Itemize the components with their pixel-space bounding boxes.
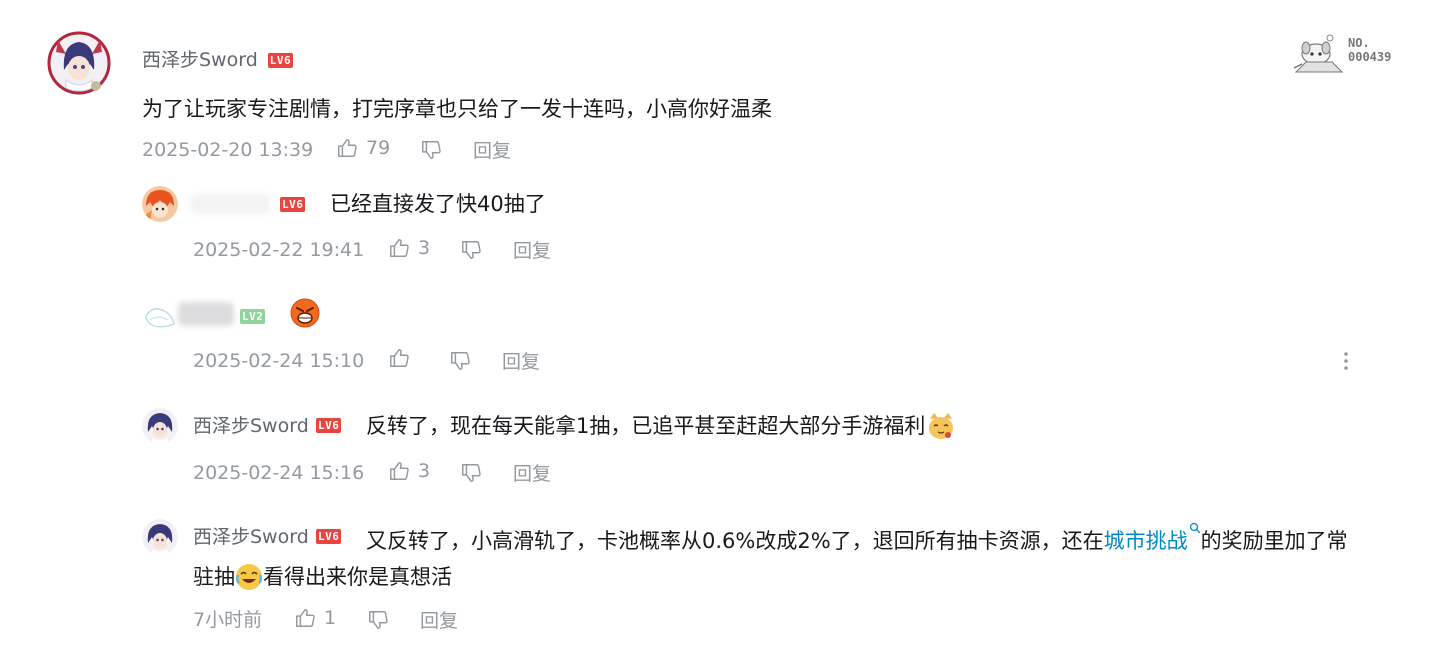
fan-badge: NO. 000439 [1292,32,1414,74]
like-count: 3 [418,237,431,259]
avatar-image [142,298,178,334]
like-count: 79 [366,137,391,159]
like-count: 3 [418,460,431,482]
thumb-down-icon[interactable] [420,139,442,161]
like-count: 1 [324,607,337,629]
reply-text-part: 驻抽 [193,565,235,589]
like-button[interactable] [388,347,418,369]
laughing-crying-emoji-icon [236,564,262,590]
thumb-up-icon [390,349,409,367]
thumb-down-icon[interactable] [460,239,482,261]
thumb-down-icon[interactable] [460,462,482,484]
thumb-up-icon [338,139,357,157]
dog-icon [1293,34,1344,73]
badge-number: 000439 [1348,50,1392,64]
username[interactable]: 西泽步Sword [142,48,258,72]
avatar[interactable] [142,186,178,222]
avatar[interactable] [46,30,112,96]
like-button[interactable]: 1 [294,606,336,630]
thumb-down-icon[interactable] [449,350,471,372]
level-badge: LV6 [280,197,306,212]
username[interactable]: 西泽步Sword [193,525,309,549]
username-redacted [178,302,234,326]
reply-time: 2025-02-24 15:10 [193,350,365,372]
topic-link[interactable]: 城市挑战 [1104,529,1188,553]
reply-time: 2025-02-22 19:41 [193,239,365,261]
reply-time: 7小时前 [193,609,263,631]
avatar-image [142,408,178,444]
avatar-image [142,519,178,555]
cat-emoji-icon [929,413,954,439]
avatar-image [47,31,111,95]
username-redacted [190,194,270,214]
comment-text: 为了让玩家专注剧情，打完序章也只给了一发十连吗，小高你好温柔 [142,97,772,121]
reply-text: 已经直接发了快40抽了 [330,192,546,216]
thumb-up-icon [390,462,409,480]
like-button[interactable]: 79 [336,136,390,160]
level-badge: LV6 [267,52,294,68]
reply-time: 2025-02-24 15:16 [193,462,365,484]
reply-text-part: 的奖励里加了常 [1200,529,1348,553]
thumb-up-icon [296,609,315,627]
badge-label: NO. [1348,36,1370,50]
reply-text-part: 看得出来你是真想活 [263,565,452,589]
level-badge: LV6 [316,418,342,433]
avatar[interactable] [142,519,178,555]
angry-emoji-icon [290,298,320,328]
more-options-icon[interactable] [1338,350,1354,372]
reply-button[interactable]: 回复 [473,139,511,163]
reply-text-line2: 驻抽 看得出来你是真想活 [193,563,452,591]
search-icon[interactable] [1189,522,1201,536]
reply-text: 反转了，现在每天能拿1抽，已追平甚至赶超大部分手游福利 [366,414,926,438]
reply-button[interactable]: 回复 [513,462,551,486]
reply-text-line1: 又反转了，小高滑轨了，卡池概率从0.6%改成2%了，退回所有抽卡资源，还在城市挑… [366,522,1348,555]
avatar-image [142,186,178,222]
like-button[interactable]: 3 [388,459,430,483]
reply-button[interactable]: 回复 [420,609,458,633]
comment-time: 2025-02-20 13:39 [142,139,314,161]
reply-text-part: 又反转了，小高滑轨了，卡池概率从0.6%改成2%了，退回所有抽卡资源，还在 [366,529,1104,553]
thumb-up-icon [390,239,409,257]
like-button[interactable]: 3 [388,236,430,260]
thumb-down-icon[interactable] [367,609,389,631]
username[interactable]: 西泽步Sword [193,414,309,438]
avatar[interactable] [142,298,178,334]
level-badge: LV6 [316,529,342,544]
avatar[interactable] [142,408,178,444]
reply-button[interactable]: 回复 [513,239,551,263]
reply-button[interactable]: 回复 [502,350,540,374]
level-badge: LV2 [240,309,266,324]
